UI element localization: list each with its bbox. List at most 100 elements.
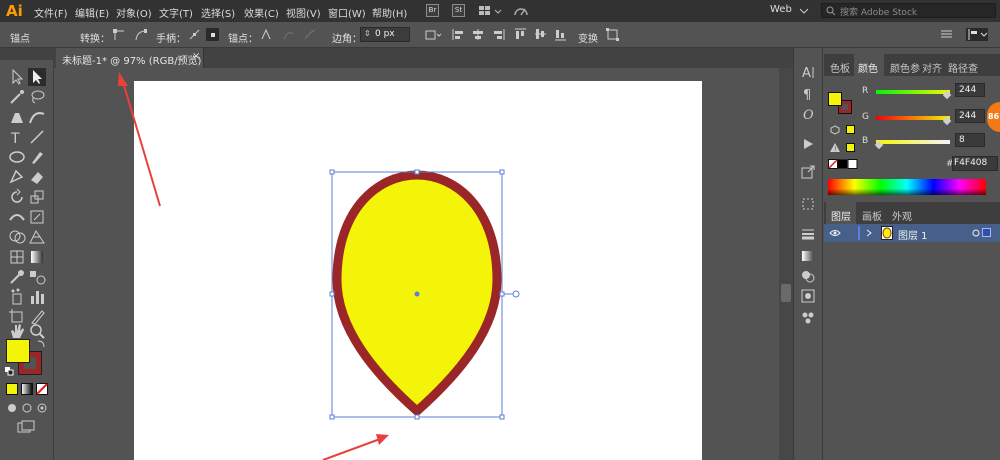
tab-artboards[interactable]: 画板 [862,208,882,223]
vertical-scrollbar[interactable] [779,68,793,460]
pen-tool-icon[interactable] [8,108,26,126]
arrange-documents-icon[interactable] [478,4,504,18]
menu-view[interactable]: 视图(V) [286,5,321,20]
rotation-widget[interactable] [512,290,520,298]
tab-swatches[interactable]: 色板 [830,60,850,75]
shaper-tool-icon[interactable] [8,168,26,186]
symbol-sprayer-icon[interactable] [8,288,26,306]
none-black-white-swatches[interactable] [828,159,858,169]
blend-tool-icon[interactable] [28,268,46,286]
channel-b-slider[interactable] [876,140,950,144]
selection-indicator[interactable] [982,228,991,237]
panel-menu-icon[interactable] [940,28,953,41]
menu-file[interactable]: 文件(F) [34,5,68,20]
shape-builder-icon[interactable] [8,228,26,246]
chevron-down-icon[interactable] [799,7,809,15]
scale-tool-icon[interactable] [28,188,46,206]
screen-mode-icon[interactable] [17,420,37,434]
convert-smooth-icon[interactable] [134,28,147,41]
paintbrush-tool-icon[interactable] [28,148,46,166]
color-spectrum[interactable] [828,179,986,195]
eyedropper-tool-icon[interactable] [8,268,26,286]
tab-color-guide[interactable]: 颜色参 [890,60,920,75]
actions-panel-icon[interactable] [800,136,816,152]
paragraph-panel-icon[interactable]: ¶ [800,86,816,102]
scrollbar-thumb[interactable] [781,284,791,302]
web-safe-swatch[interactable] [846,125,855,134]
column-graph-icon[interactable] [28,288,46,306]
mesh-tool-icon[interactable] [8,248,26,266]
channel-r-slider[interactable] [876,90,950,94]
align-to-icon[interactable] [424,28,442,41]
lasso-icon[interactable] [28,88,46,106]
gradient-panel-icon[interactable] [800,248,816,264]
stepper-icon[interactable]: ⇕ [364,29,371,38]
gpu-performance-icon[interactable] [513,4,529,18]
align-top-icon[interactable] [514,28,527,41]
workspace-switcher[interactable]: Web [770,4,792,15]
symbols-panel-icon[interactable] [800,310,816,326]
bridge-button[interactable]: Br [426,4,439,17]
align-bottom-icon[interactable] [554,28,567,41]
magic-wand-icon[interactable] [8,88,26,106]
transparency-panel-icon[interactable] [800,268,816,284]
channel-g-value[interactable]: 244 [955,109,985,123]
default-colors-icon[interactable] [4,366,14,376]
close-icon[interactable]: × [192,51,200,62]
arrange-panel-icon[interactable] [966,28,988,41]
gradient-tool-icon[interactable] [28,248,46,266]
width-tool-icon[interactable] [8,208,26,226]
hide-handles-icon[interactable] [206,28,219,41]
direct-selection-tool-icon[interactable] [28,68,46,86]
expand-chevron-icon[interactable] [865,229,873,237]
character-panel-icon[interactable]: A [800,64,816,80]
perspective-grid-icon[interactable] [28,228,46,246]
rotate-tool-icon[interactable] [8,188,26,206]
menu-help[interactable]: 帮助(H) [372,5,407,20]
fill-color-swatch[interactable] [6,339,30,363]
channel-g-slider[interactable] [876,116,950,120]
tab-appearance[interactable]: 外观 [892,208,912,223]
isolate-icon[interactable] [606,28,619,41]
menu-edit[interactable]: 编辑(E) [75,5,109,20]
swap-colors-icon[interactable] [36,339,46,349]
opentype-panel-icon[interactable]: O [800,106,816,122]
type-tool-icon[interactable]: T [8,128,26,146]
eraser-tool-icon[interactable] [28,168,46,186]
tab-color[interactable]: 颜色 [858,60,878,75]
corner-radius-field[interactable]: ⇕ 0 px [360,27,410,42]
color-mode-icon[interactable] [6,383,18,395]
tab-layers[interactable]: 图层 [831,208,851,223]
gradient-mode-icon[interactable] [21,383,33,395]
stock-search-input[interactable]: 搜索 Adobe Stock [821,3,996,18]
tab-align[interactable]: 对齐 [922,60,942,75]
selection-tool-icon[interactable] [8,68,26,86]
target-circle-icon[interactable] [972,229,980,237]
menu-type[interactable]: 文字(T) [159,5,193,20]
none-mode-icon[interactable] [36,383,48,395]
layer-row[interactable]: 图层 1 [824,224,1000,242]
hand-tool-icon[interactable] [8,322,26,340]
align-middle-icon[interactable] [534,28,547,41]
document-tab[interactable]: 未标题-1* @ 97% (RGB/预览) × [56,48,204,68]
align-center-icon[interactable] [472,28,485,41]
channel-b-value[interactable]: 8 [955,133,985,147]
draw-behind-icon[interactable] [21,402,33,414]
zoom-tool-icon[interactable] [28,322,46,340]
menu-object[interactable]: 对象(O) [116,5,152,20]
menu-window[interactable]: 窗口(W) [328,5,366,20]
show-handles-icon[interactable] [188,28,201,41]
transform-button[interactable]: 变换 [578,30,598,45]
line-tool-icon[interactable] [28,128,46,146]
connect-endpoints-icon[interactable] [282,28,295,41]
ellipse-tool-icon[interactable] [8,148,26,166]
channel-r-value[interactable]: 244 [955,83,985,97]
remove-anchor-icon[interactable] [259,28,272,41]
stock-button[interactable]: St [452,4,465,17]
color-panel-fill-swatch[interactable] [828,92,842,106]
cut-path-icon[interactable] [303,28,316,41]
convert-corner-icon[interactable] [112,28,125,41]
align-left-icon[interactable] [452,28,465,41]
stroke-panel-icon[interactable] [800,226,816,242]
visibility-eye-icon[interactable] [829,228,841,238]
